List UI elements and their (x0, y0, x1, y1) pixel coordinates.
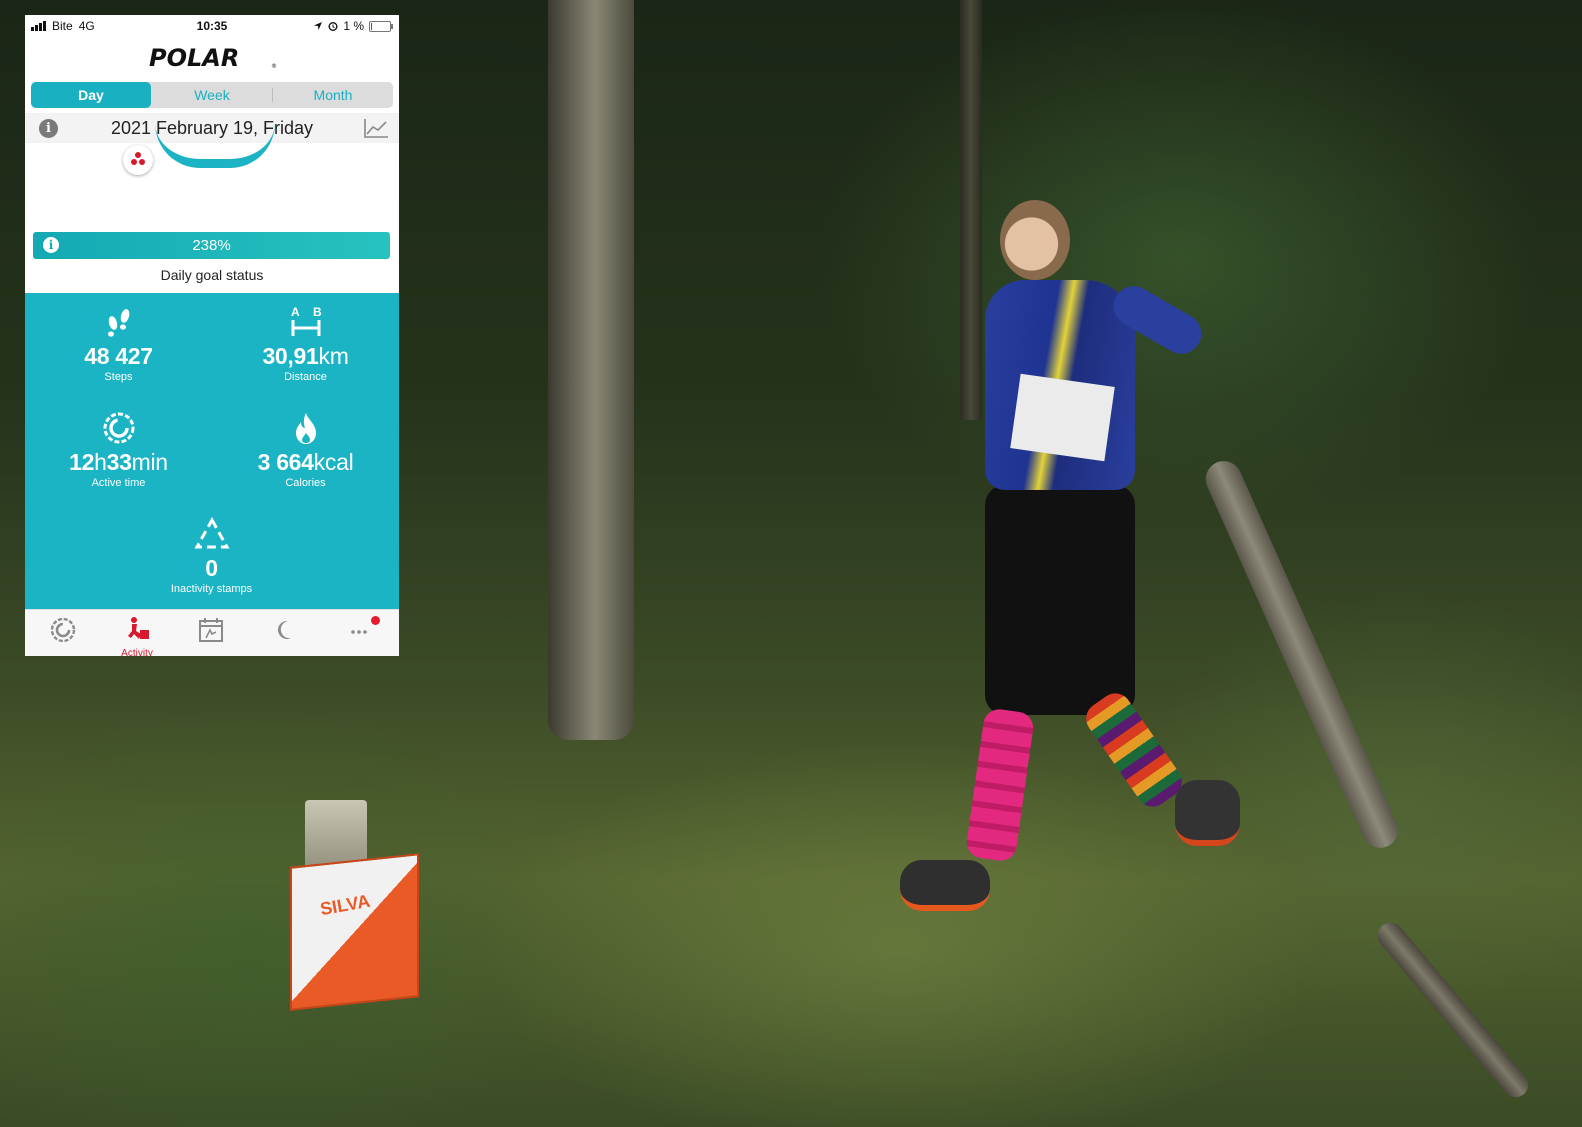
activity-ring-area (25, 143, 399, 233)
calendar-diary-icon (199, 618, 223, 642)
distance-value: 30,91km (262, 343, 349, 369)
stat-distance: A B 30,91km Distance (212, 303, 399, 383)
app-header: POLAR ® (25, 37, 399, 79)
svg-text:A: A (291, 305, 300, 319)
nav-more[interactable] (331, 616, 387, 649)
nav-sleep[interactable] (257, 616, 313, 649)
flame-icon (295, 413, 316, 444)
active-time-label: Active time (91, 477, 146, 489)
active-time-value: 12h33min (69, 449, 168, 475)
runner-head (1000, 200, 1070, 280)
polar-logo: POLAR ® (149, 44, 277, 72)
location-arrow-icon (314, 22, 323, 30)
period-tabs: Day Week Month (31, 82, 393, 108)
nav-status[interactable] (35, 616, 91, 649)
activity-ring-icon (103, 412, 134, 444)
runner-striped-sock (1079, 687, 1189, 813)
notification-dot (371, 616, 380, 625)
runner-shoe-left (900, 860, 990, 911)
nav-activity[interactable]: Activity (109, 616, 165, 656)
stat-calories: 3 664kcal Calories (212, 409, 399, 489)
inactivity-value: 0 (205, 555, 218, 581)
daily-goal-label: Daily goal status (160, 267, 264, 283)
distance-icon: A B (291, 305, 322, 336)
alarm-icon (328, 22, 338, 31)
activity-runner-icon (128, 617, 149, 639)
activity-benefit-button[interactable] (123, 145, 153, 175)
svg-text:®: ® (271, 63, 277, 70)
stat-inactivity: 0 Inactivity stamps (118, 515, 305, 595)
tab-week[interactable]: Week (152, 82, 272, 108)
bottom-navigation: Activity (25, 609, 399, 656)
stat-active-time: 12h33min Active time (25, 409, 212, 489)
inactivity-label: Inactivity stamps (170, 583, 253, 595)
polar-logo-text: POLAR (149, 44, 239, 72)
runner-map (1010, 373, 1115, 462)
trend-chart-icon[interactable] (363, 117, 389, 139)
activity-ring-icon (50, 617, 76, 643)
activity-ring-arc (155, 123, 275, 168)
steps-value: 48 427 (84, 343, 153, 369)
moon-icon (277, 620, 291, 639)
svg-text:B: B (313, 305, 322, 319)
distance-label: Distance (284, 371, 327, 383)
inactivity-icon (193, 517, 230, 549)
calories-value: 3 664kcal (257, 449, 354, 475)
control-flag (290, 853, 419, 1011)
activity-stats-panel: 48 427 Steps A B 30,91km Distance 12h33m… (25, 293, 399, 609)
runner-shoe-right (1175, 780, 1240, 846)
polar-flow-app-screenshot: Bite 4G 10:35 1 % POLAR ® Day Week Month… (25, 15, 399, 656)
runner-pink-sock (964, 707, 1036, 863)
more-icon (351, 630, 367, 634)
nav-diary[interactable] (183, 616, 239, 649)
daily-goal-progress-bar: i 238% (33, 232, 390, 259)
battery-percent: 1 % (343, 19, 364, 33)
goal-percent: 238% (192, 237, 231, 254)
tab-month[interactable]: Month (273, 82, 393, 108)
steps-label: Steps (104, 371, 133, 383)
runner-legs (985, 485, 1135, 715)
stat-steps: 48 427 Steps (25, 303, 212, 383)
nav-activity-label: Activity (121, 648, 153, 656)
tab-day[interactable]: Day (31, 82, 151, 108)
footsteps-icon (107, 309, 129, 337)
calories-label: Calories (285, 477, 326, 489)
status-bar: Bite 4G 10:35 1 % (25, 15, 399, 37)
battery-icon (369, 20, 393, 32)
